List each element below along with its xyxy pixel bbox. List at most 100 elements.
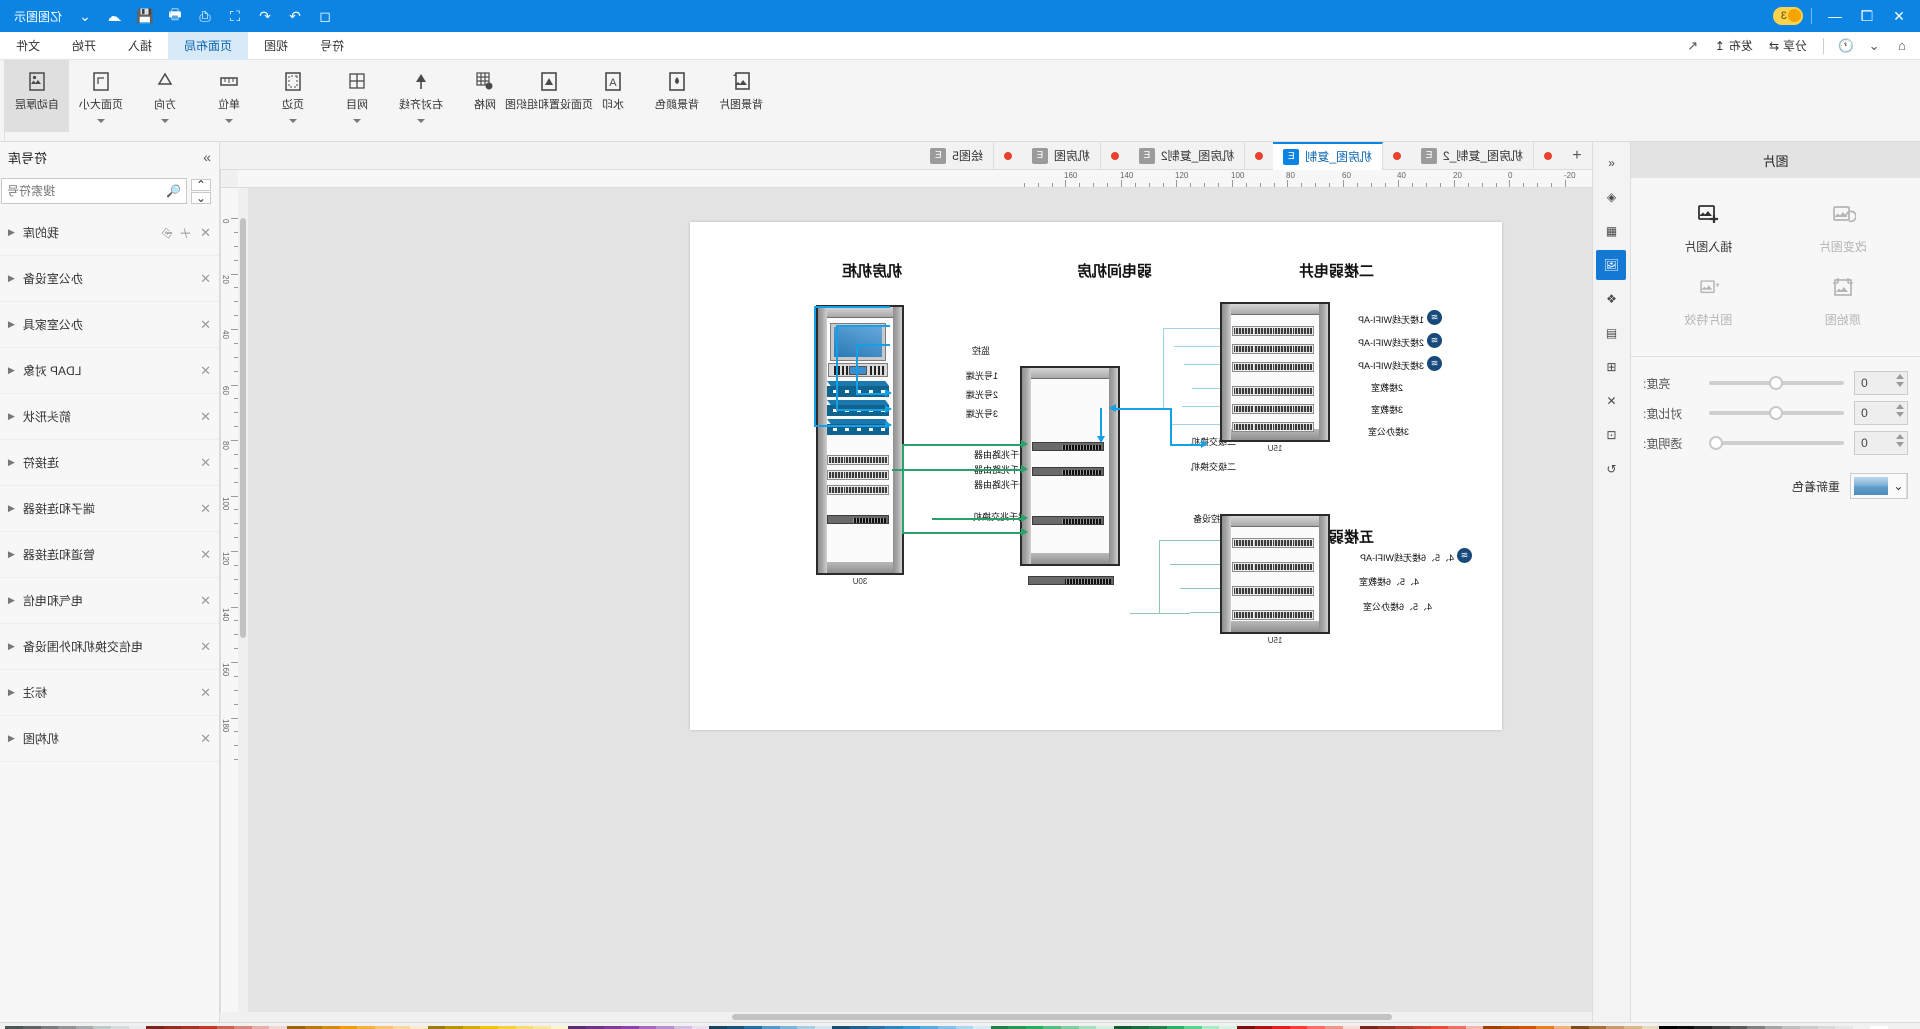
color-swatch[interactable]: [1694, 1025, 1713, 1029]
library-item-arrow-shapes[interactable]: ✕ 箭头形状 ◀: [0, 394, 219, 440]
color-swatch[interactable]: [1272, 1025, 1290, 1029]
color-swatch[interactable]: [498, 1025, 516, 1029]
color-swatch[interactable]: [1307, 1025, 1325, 1029]
chevron-left-icon[interactable]: ◀: [8, 503, 15, 514]
close-icon[interactable]: ✕: [200, 731, 211, 747]
color-swatch[interactable]: [1325, 1025, 1343, 1029]
color-swatch[interactable]: [75, 1025, 94, 1029]
tab-wenjian[interactable]: 文件: [0, 32, 56, 60]
color-swatch[interactable]: [357, 1025, 375, 1029]
maximize-button[interactable]: ❐: [1852, 3, 1882, 29]
color-swatch[interactable]: [23, 1025, 41, 1029]
color-swatch[interactable]: [568, 1025, 587, 1029]
rack-floor2-shaft[interactable]: 15U: [1220, 302, 1330, 453]
user-icon[interactable]: ◻: [310, 3, 340, 29]
layers-icon[interactable]: ❖: [1597, 284, 1627, 314]
color-swatch[interactable]: [515, 1025, 534, 1029]
color-swatch[interactable]: [744, 1025, 762, 1029]
rack-weak-current[interactable]: [1020, 366, 1120, 566]
ribbon-unit[interactable]: 单位: [197, 60, 261, 132]
color-swatch[interactable]: [1448, 1025, 1466, 1029]
chevron-down-icon[interactable]: [97, 118, 105, 123]
close-icon[interactable]: ✕: [200, 271, 211, 287]
undo-icon[interactable]: ↶: [250, 3, 280, 29]
color-swatch[interactable]: [427, 1025, 446, 1029]
color-swatch[interactable]: [603, 1025, 622, 1029]
brightness-stepper[interactable]: [1854, 371, 1908, 395]
color-swatch[interactable]: [181, 1025, 199, 1029]
color-swatch[interactable]: [885, 1025, 903, 1029]
library-item-electrical-telecom[interactable]: ✕ 电气和电信 ◀: [0, 578, 219, 624]
close-icon[interactable]: ✕: [200, 317, 211, 333]
library-item-actions[interactable]: ✕: [200, 547, 211, 563]
add-icon[interactable]: ＋: [180, 223, 193, 242]
color-swatch[interactable]: [533, 1025, 551, 1029]
library-item-actions[interactable]: ✕: [200, 363, 211, 379]
drawing-canvas[interactable]: 机房机柜 弱电间机房 二楼弱电井 五楼弱电井 30U 监控 1号光端 2号光端 …: [238, 188, 1592, 1012]
library-item-pipes-connectors[interactable]: ✕ 管道和连接器 ◀: [0, 532, 219, 578]
color-swatch[interactable]: [1588, 1025, 1607, 1029]
color-swatch[interactable]: [638, 1025, 657, 1029]
color-swatch[interactable]: [1483, 1025, 1501, 1029]
close-icon[interactable]: ✕: [200, 639, 211, 655]
color-swatch[interactable]: [621, 1025, 639, 1029]
color-swatch[interactable]: [1764, 1025, 1783, 1029]
print-icon[interactable]: 🖶: [160, 3, 190, 29]
color-swatch[interactable]: [1852, 1025, 1871, 1029]
color-swatch[interactable]: [1729, 1025, 1748, 1029]
scroll-up-button[interactable]: ⌃: [191, 178, 211, 192]
color-swatch[interactable]: [128, 1025, 147, 1029]
chevron-left-icon[interactable]: ◀: [8, 365, 15, 376]
ribbon-auto-layer[interactable]: 自动厚层: [5, 60, 69, 132]
close-icon[interactable]: ✕: [200, 225, 211, 241]
chevron-down-icon[interactable]: [417, 118, 425, 123]
color-swatch[interactable]: [1113, 1025, 1132, 1029]
tab-yemianbuju[interactable]: 页面布局: [168, 31, 249, 60]
color-swatch[interactable]: [1641, 1025, 1660, 1029]
color-swatch[interactable]: [1412, 1025, 1431, 1029]
tab-kaishi[interactable]: 开始: [56, 32, 112, 60]
color-swatch[interactable]: [1518, 1025, 1537, 1029]
search-input[interactable]: [7, 184, 163, 198]
recent-icon[interactable]: 🕐: [1834, 35, 1858, 57]
color-swatch[interactable]: [1131, 1025, 1150, 1029]
color-swatch[interactable]: [1166, 1025, 1185, 1029]
color-swatch[interactable]: [146, 1025, 164, 1029]
close-icon[interactable]: ✕: [200, 455, 211, 471]
color-swatch[interactable]: [814, 1025, 833, 1029]
canvas-vertical-scrollbar[interactable]: [238, 188, 248, 1012]
chevron-down-icon[interactable]: [161, 118, 169, 123]
color-swatch[interactable]: [1500, 1025, 1519, 1029]
shapes-icon[interactable]: ◈: [1597, 182, 1627, 212]
color-swatch[interactable]: [1078, 1025, 1097, 1029]
tab-fuhao[interactable]: 符号: [304, 32, 360, 60]
color-swatch[interactable]: [1025, 1025, 1044, 1029]
redo-icon[interactable]: ↷: [280, 3, 310, 29]
ribbon-page-setup-org[interactable]: 页面设置和组织图: [505, 60, 593, 132]
library-item-callouts[interactable]: ✕ 标注 ◀: [0, 670, 219, 716]
color-swatch[interactable]: [674, 1025, 692, 1029]
color-swatch[interactable]: [1571, 1025, 1589, 1029]
color-swatch[interactable]: [990, 1025, 1009, 1029]
color-swatch[interactable]: [5, 1025, 24, 1029]
chevron-down-icon[interactable]: ⌄: [70, 3, 100, 29]
color-swatch[interactable]: [1254, 1025, 1273, 1029]
library-item-terminals-connectors[interactable]: ✕ 端子和连接器 ◀: [0, 486, 219, 532]
color-swatch[interactable]: [973, 1025, 991, 1029]
color-swatch[interactable]: [937, 1025, 956, 1029]
color-swatch[interactable]: [709, 1025, 727, 1029]
color-swatch[interactable]: [1043, 1025, 1062, 1029]
color-swatch[interactable]: [1624, 1025, 1642, 1029]
notes-icon[interactable]: ▤: [1597, 318, 1627, 348]
collapse-panel-icon[interactable]: «: [1597, 148, 1627, 178]
color-swatch[interactable]: [410, 1025, 428, 1029]
library-item-office-equipment[interactable]: ✕ 办公室设备 ◀: [0, 256, 219, 302]
home-icon[interactable]: ⌂: [1890, 35, 1914, 57]
color-swatch[interactable]: [1377, 1025, 1396, 1029]
chevron-left-icon[interactable]: ◀: [8, 549, 15, 560]
page-tab-huitu5[interactable]: 绘图5 E: [920, 141, 994, 170]
symbols-grid-icon[interactable]: ▦: [1597, 216, 1627, 246]
scroll-down-button[interactable]: ⌄: [191, 191, 211, 205]
library-item-actions[interactable]: ✕: [200, 455, 211, 471]
color-swatch[interactable]: [797, 1025, 815, 1029]
